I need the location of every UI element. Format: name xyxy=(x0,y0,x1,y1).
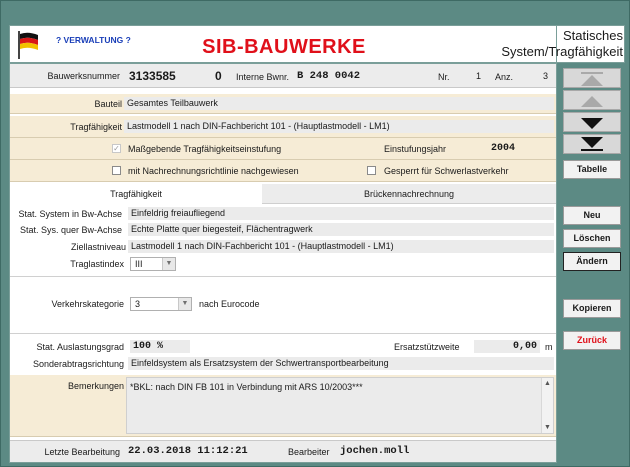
auslastung-field[interactable]: 100 % xyxy=(130,340,190,353)
bearbeiter-label: Bearbeiter xyxy=(288,447,330,457)
ersatzstuetzweite-label: Ersatzstützweite xyxy=(394,342,460,352)
bearbeiter-value: jochen.moll xyxy=(340,445,410,457)
bemerkungen-label: Bemerkungen xyxy=(67,381,124,391)
ersatzstuetzweite-field[interactable]: 0,00 xyxy=(474,340,540,353)
bauwerksnummer-label: Bauwerksnummer xyxy=(47,71,120,81)
loeschen-button[interactable]: Löschen xyxy=(563,229,621,248)
interne-bwnr-label: Interne Bwnr. xyxy=(236,72,290,82)
bauteil-row: Bauteil Gesamtes Teilbauwerk xyxy=(10,94,556,114)
bemerkungen-text: *BKL: nach DIN FB 101 in Verbindung mit … xyxy=(130,382,363,392)
ziellast-label: Ziellastniveau xyxy=(70,242,126,252)
section-title-line2: System/Tragfähigkeit xyxy=(501,44,623,59)
previous-record-button[interactable] xyxy=(563,90,621,110)
ersatzstuetzweite-unit: m xyxy=(545,342,553,352)
nachrechnung-row: mit Nachrechnungsrichtlinie nachgewiesen… xyxy=(10,160,556,182)
footer-row: Letzte Bearbeitung 22.03.2018 11:12:21 B… xyxy=(10,440,556,462)
system-quer-label: Stat. Sys. quer Bw-Achse xyxy=(19,225,122,235)
arrow-up-icon xyxy=(581,96,603,107)
system-quer-row: Stat. Sys. quer Bw-Achse Echte Platte qu… xyxy=(10,222,556,238)
system-quer-field[interactable]: Echte Platte quer biegesteif, Flächentra… xyxy=(128,223,554,236)
letzte-bearbeitung-label: Letzte Bearbeitung xyxy=(44,447,120,457)
main-form: Bauwerksnummer 3133585 0 Interne Bwnr. B… xyxy=(9,63,557,463)
bemerkungen-textarea[interactable]: *BKL: nach DIN FB 101 in Verbindung mit … xyxy=(126,377,554,434)
bauteil-field[interactable]: Gesamtes Teilbauwerk xyxy=(124,97,554,110)
letzte-bearbeitung-value: 22.03.2018 11:12:21 xyxy=(128,445,248,457)
traglastindex-row: Traglastindex III ▼ xyxy=(10,256,556,274)
anz-label: Anz. xyxy=(495,72,514,82)
auslastung-label: Stat. Auslastungsgrad xyxy=(36,342,124,352)
zurueck-button[interactable]: Zurück xyxy=(563,331,621,350)
tragfaehigkeit-row: Tragfähigkeit Lastmodell 1 nach DIN-Fach… xyxy=(10,116,556,138)
application-window: ? VERWALTUNG ? SIB-BAUWERKE Statisches S… xyxy=(0,0,630,467)
bemerkungen-scrollbar[interactable]: ▲ ▼ xyxy=(541,378,553,433)
verkehrskategorie-label: Verkehrskategorie xyxy=(51,299,124,309)
first-record-button[interactable] xyxy=(563,68,621,88)
tab-brueckennachrechnung[interactable]: Brückennachrechnung xyxy=(262,184,556,204)
bauteil-label: Bauteil xyxy=(94,99,122,109)
record-row: Bauwerksnummer 3133585 0 Interne Bwnr. B… xyxy=(10,64,556,88)
eurocode-label: nach Eurocode xyxy=(199,299,260,309)
section-title-line1: Statisches xyxy=(563,28,623,43)
massgebende-checkbox[interactable]: ✓ xyxy=(112,144,121,153)
sidebar: Tabelle Neu Löschen Ändern Kopieren Zurü… xyxy=(560,63,626,463)
massgebende-label: Maßgebende Tragfähigkeitseinstufung xyxy=(128,144,282,154)
last-record-icon xyxy=(581,137,603,151)
ziellast-row: Ziellastniveau Lastmodell 1 nach DIN-Fac… xyxy=(10,239,556,255)
scroll-down-icon[interactable]: ▼ xyxy=(544,424,551,431)
anz-value: 3 xyxy=(543,71,549,81)
ziellast-field[interactable]: Lastmodell 1 nach DIN-Fachbericht 101 - … xyxy=(128,240,554,253)
kopieren-button[interactable]: Kopieren xyxy=(563,299,621,318)
scroll-up-icon[interactable]: ▲ xyxy=(544,380,551,387)
system-bw-label: Stat. System in Bw-Achse xyxy=(18,209,122,219)
last-record-button[interactable] xyxy=(563,134,621,154)
verkehrskategorie-select[interactable]: 3 ▼ xyxy=(130,297,192,311)
system-bw-field[interactable]: Einfeldrig freiaufliegend xyxy=(128,207,554,220)
nachrechnung-label: mit Nachrechnungsrichtlinie nachgewiesen xyxy=(128,166,299,176)
tab-tragfaehigkeit[interactable]: Tragfähigkeit xyxy=(10,184,262,204)
bauwerksnummer-value: 3133585 xyxy=(129,69,176,83)
traglastindex-label: Traglastindex xyxy=(70,259,124,269)
einstufungsjahr-value: 2004 xyxy=(491,143,516,154)
next-record-button[interactable] xyxy=(563,112,621,132)
nachrechnung-checkbox[interactable] xyxy=(112,166,121,175)
traglastindex-value: III xyxy=(135,259,143,269)
bemerkungen-row: Bemerkungen *BKL: nach DIN FB 101 in Ver… xyxy=(10,375,556,437)
tragfaehigkeit-label: Tragfähigkeit xyxy=(70,122,122,132)
chevron-down-icon: ▼ xyxy=(162,258,175,270)
sonderabtrag-field[interactable]: Einfeldsystem als Ersatzsystem der Schwe… xyxy=(128,357,554,370)
auslastung-row: Stat. Auslastungsgrad 100 % Ersatzstützw… xyxy=(10,338,556,356)
sonderabtrag-row: Sonderabtragsrichtung Einfeldsystem als … xyxy=(10,356,556,374)
gesperrt-checkbox[interactable] xyxy=(367,166,376,175)
system-bw-row: Stat. System in Bw-Achse Einfeldrig frei… xyxy=(10,206,556,222)
chevron-down-icon: ▼ xyxy=(178,298,191,310)
verkehrskategorie-section: Verkehrskategorie 3 ▼ nach Eurocode xyxy=(10,276,556,334)
traglastindex-select[interactable]: III ▼ xyxy=(130,257,176,271)
tabelle-button[interactable]: Tabelle xyxy=(563,160,621,179)
sonderabtrag-label: Sonderabtragsrichtung xyxy=(32,359,124,369)
tragfaehigkeit-field[interactable]: Lastmodell 1 nach DIN-Fachbericht 101 - … xyxy=(124,120,554,133)
verkehrskategorie-value: 3 xyxy=(135,299,141,309)
first-record-icon xyxy=(581,72,603,86)
massgebende-row: ✓ Maßgebende Tragfähigkeitseinstufung Ei… xyxy=(10,138,556,160)
neu-button[interactable]: Neu xyxy=(563,206,621,225)
teilbauwerk-value: 0 xyxy=(215,69,222,83)
nr-value: 1 xyxy=(476,71,482,81)
arrow-down-icon xyxy=(581,118,603,129)
interne-bwnr-value: B 248 0042 xyxy=(297,70,361,82)
aendern-button[interactable]: Ändern xyxy=(563,252,621,271)
einstufungsjahr-label: Einstufungsjahr xyxy=(384,144,447,154)
section-title: Statisches System/Tragfähigkeit xyxy=(463,28,623,60)
nr-label: Nr. xyxy=(438,72,450,82)
gesperrt-label: Gesperrt für Schwerlastverkehr xyxy=(384,166,509,176)
